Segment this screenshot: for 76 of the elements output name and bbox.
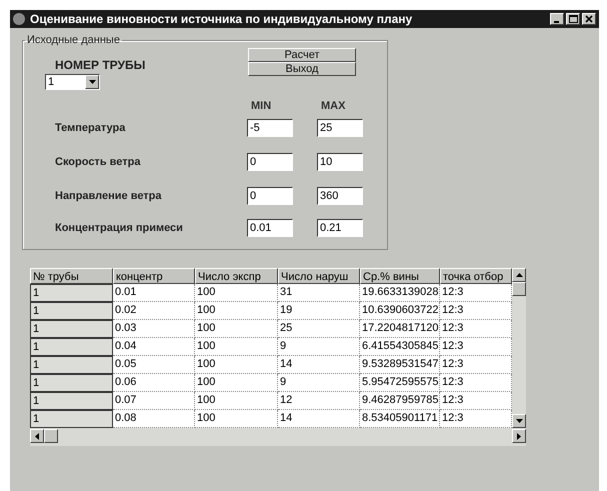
maximize-icon [568, 15, 578, 23]
table-cell: 9 [278, 338, 360, 356]
min-input-field[interactable]: -5 [247, 119, 293, 137]
min-input-field[interactable]: 0.01 [247, 219, 293, 237]
max-input-field[interactable]: 0.21 [317, 219, 363, 237]
table-cell: 10.6390603722 [360, 302, 440, 320]
scroll-down-icon[interactable] [512, 414, 526, 428]
table-cell: 19 [278, 302, 360, 320]
table-cell: 12 [278, 392, 360, 410]
column-header[interactable]: Число наруш [278, 268, 360, 284]
table-cell: 6.41554305845 [360, 338, 440, 356]
parameter-label: Температура [55, 122, 126, 134]
max-header: MAX [321, 100, 346, 112]
min-input-field[interactable]: 0 [247, 187, 293, 205]
table-cell: 100 [195, 392, 278, 410]
group-label: Исходные данные [26, 34, 121, 46]
table-cell: 5.95472595575 [360, 374, 440, 392]
scroll-right-icon[interactable] [512, 429, 526, 443]
scroll-left-icon[interactable] [30, 429, 44, 443]
maximize-button[interactable] [566, 13, 580, 25]
table-cell: 25 [278, 320, 360, 338]
table-cell: 0.03 [113, 320, 195, 338]
table-cell: 100 [195, 320, 278, 338]
table-cell: 19.6633139028 [360, 284, 440, 302]
table-cell: 0.01 [113, 284, 195, 302]
table-cell: 0.02 [113, 302, 195, 320]
table-cell: 0.07 [113, 392, 195, 410]
table-cell: 14 [278, 356, 360, 374]
min-input-field[interactable]: 0 [247, 153, 293, 171]
horizontal-scrollbar[interactable] [30, 428, 526, 446]
pipe-number-dropdown[interactable]: 1 [45, 74, 100, 90]
table-cell: 1 [30, 320, 113, 338]
table-cell: 1 [30, 302, 113, 320]
table-cell: 100 [195, 302, 278, 320]
scroll-up-icon[interactable] [512, 268, 526, 282]
scroll-thumb[interactable] [512, 282, 526, 296]
column-header[interactable]: Ср.% вины [360, 268, 440, 284]
table-cell: 1 [30, 410, 113, 428]
max-input-field[interactable]: 360 [317, 187, 363, 205]
minimize-button[interactable] [550, 13, 564, 25]
parameter-label: Скорость ветра [55, 156, 140, 168]
column-header[interactable]: точка отбор [440, 268, 512, 284]
scroll-thumb[interactable] [44, 429, 58, 443]
table-cell: 17.2204817120 [360, 320, 440, 338]
window-title: Оценивание виновности источника по индивидуальному плану [30, 12, 414, 26]
table-cell: 100 [195, 338, 278, 356]
app-icon [13, 13, 25, 25]
column-header[interactable]: № трубы [30, 268, 113, 284]
parameter-label: Концентрация примеси [55, 222, 183, 234]
table-cell: 31 [278, 284, 360, 302]
column-header[interactable]: концентр [113, 268, 195, 284]
parameter-label: Направление ветра [55, 190, 162, 202]
max-input-field[interactable]: 25 [317, 119, 363, 137]
table-cell: 1 [30, 374, 113, 392]
close-icon [585, 15, 593, 23]
table-cell: 9.46287959785 [360, 392, 440, 410]
vertical-scrollbar[interactable] [512, 268, 526, 428]
table-cell: 1 [30, 284, 113, 302]
table-cell: 100 [195, 374, 278, 392]
close-button[interactable] [582, 13, 596, 25]
table-cell: 0.04 [113, 338, 195, 356]
table-cell: 0.05 [113, 356, 195, 374]
table-cell: 0.06 [113, 374, 195, 392]
table-cell: 1 [30, 338, 113, 356]
table-cell: 100 [195, 284, 278, 302]
table-cell: 9.53289531547 [360, 356, 440, 374]
table-cell: 1 [30, 392, 113, 410]
table-cell: 1 [30, 356, 113, 374]
pipe-number-label: НОМЕР ТРУБЫ [55, 58, 146, 72]
column-header[interactable]: Число экспр [195, 268, 278, 284]
table-cell: 100 [195, 356, 278, 374]
action-button[interactable]: Расчет [248, 48, 356, 62]
action-button[interactable]: Выход [248, 62, 356, 76]
table-cell: 9 [278, 374, 360, 392]
min-header: MIN [251, 100, 272, 112]
max-input-field[interactable]: 10 [317, 153, 363, 171]
